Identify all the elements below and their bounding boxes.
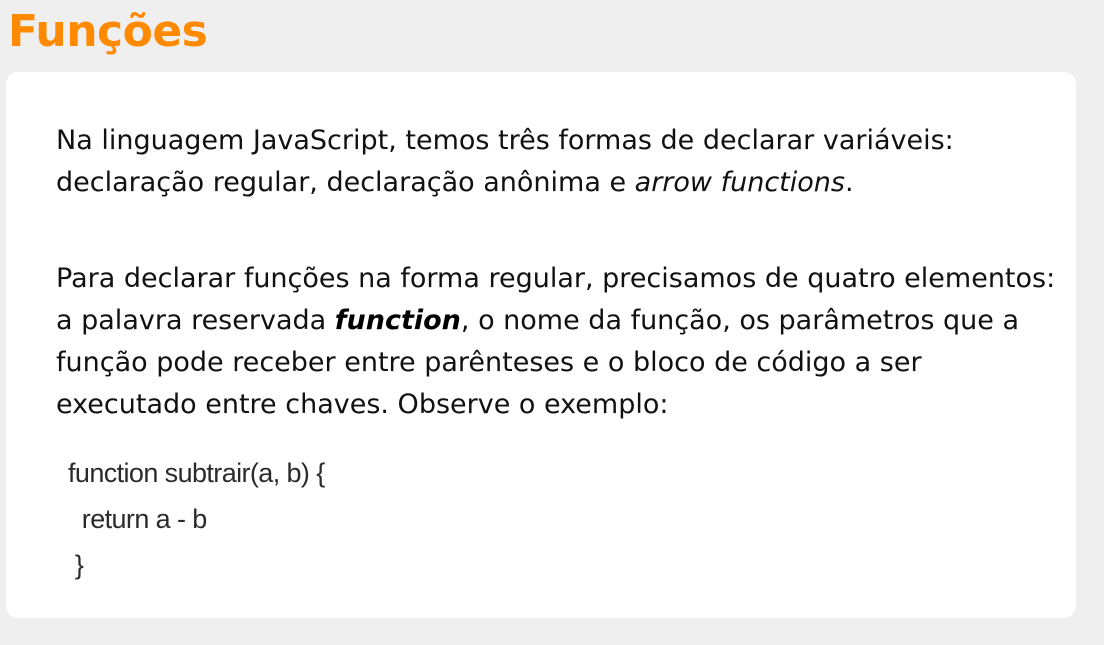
code-example: function subtrair(a, b) { return a - b } bbox=[68, 450, 325, 588]
code-line: } bbox=[68, 550, 84, 580]
reserved-keyword: function bbox=[334, 305, 461, 336]
intro-italic-term: arrow functions bbox=[634, 167, 845, 198]
intro-text-end: . bbox=[844, 167, 854, 198]
content-card: Na linguagem JavaScript, temos três form… bbox=[6, 72, 1076, 618]
intro-paragraph: Na linguagem JavaScript, temos três form… bbox=[56, 120, 1056, 204]
code-line: return a - b bbox=[68, 504, 207, 534]
regular-declaration-paragraph: Para declarar funções na forma regular, … bbox=[56, 258, 1056, 426]
page-title: Funções bbox=[8, 6, 208, 57]
code-line: function subtrair(a, b) { bbox=[68, 458, 325, 488]
